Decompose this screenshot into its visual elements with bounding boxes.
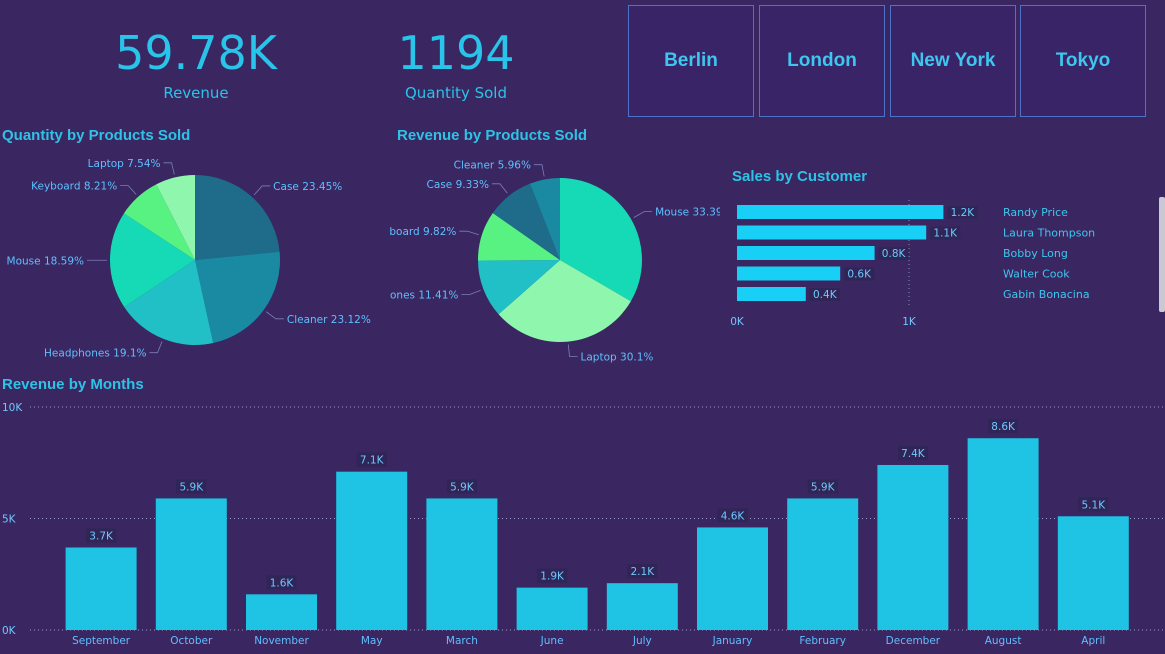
months-chart-title: Revenue by Months xyxy=(2,376,144,393)
quantity-pie-label-headphones: Headphones 19.1% xyxy=(44,348,147,360)
month-data-label: 1.6K xyxy=(270,577,295,589)
month-category-label: May xyxy=(361,635,383,647)
months-axis-tick: 0K xyxy=(2,625,17,637)
quantity-pie-title: Quantity by Products Sold xyxy=(2,127,191,144)
month-category-label: August xyxy=(985,635,1022,647)
quantity-pie-leader-laptop xyxy=(163,162,175,175)
month-category-label: February xyxy=(799,635,846,647)
month-category-label: June xyxy=(540,635,564,647)
months-axis-tick: 5K xyxy=(2,514,17,526)
slicer-london[interactable]: London xyxy=(759,5,885,117)
month-bar-may[interactable] xyxy=(336,471,408,630)
month-bar-january[interactable] xyxy=(697,527,768,630)
month-data-label: 5.9K xyxy=(450,481,475,493)
month-category-label: October xyxy=(170,635,213,647)
quantity-pie-label-cleaner: Cleaner 23.12% xyxy=(287,314,371,326)
customer-name-bobby-long: Bobby Long xyxy=(1003,247,1068,260)
month-data-label: 5.9K xyxy=(180,481,205,493)
month-category-label: December xyxy=(886,635,941,647)
customer-bar-laura-thompson[interactable] xyxy=(737,225,927,240)
month-category-label: January xyxy=(712,635,753,647)
quantity-label: Quantity Sold xyxy=(405,84,507,102)
customer-axis-tick: 0K xyxy=(730,316,745,328)
customer-chart-title: Sales by Customer xyxy=(732,168,868,185)
month-data-label: 4.6K xyxy=(721,510,746,522)
customer-bar-randy-price[interactable] xyxy=(737,205,944,219)
customer-axis-tick: 1K xyxy=(902,316,917,328)
month-category-label: April xyxy=(1081,635,1105,647)
customer-data-label: 0.4K xyxy=(813,289,838,301)
month-bar-june[interactable] xyxy=(516,587,588,630)
revenue-card: 59.78K Revenue xyxy=(96,30,296,102)
customer-data-label: 0.6K xyxy=(847,269,872,281)
month-bar-march[interactable] xyxy=(426,498,498,630)
customer-data-label: 0.8K xyxy=(882,248,907,260)
revenue-label: Revenue xyxy=(163,84,229,102)
quantity-pie-chart[interactable]: Case 23.45% Cleaner 23.12% Headphones 19.1… xyxy=(0,148,390,368)
customer-bar-gabin-bonacina[interactable] xyxy=(737,287,806,301)
slicer-tokyo[interactable]: Tokyo xyxy=(1020,5,1146,117)
revenue-pie-leader-headphones xyxy=(461,289,481,296)
quantity-pie-leader-headphones xyxy=(149,341,163,354)
month-bar-august[interactable] xyxy=(967,438,1039,630)
quantity-pie-leader-cleaner xyxy=(265,311,284,320)
customer-name-gabin-bonacina: Gabin Bonacina xyxy=(1003,288,1090,301)
revenue-pie-label-cleaner: Cleaner 5.96% xyxy=(454,160,531,172)
month-bar-february[interactable] xyxy=(787,498,859,630)
month-bar-october[interactable] xyxy=(155,498,227,630)
quantity-pie-label-mouse: Mouse 18.59% xyxy=(7,255,84,267)
quantity-value: 1194 xyxy=(397,26,515,80)
revenue-pie-label-case: Case 9.33% xyxy=(427,179,489,191)
month-data-label: 7.4K xyxy=(901,448,926,460)
customer-name-laura-thompson: Laura Thompson xyxy=(1003,227,1095,240)
month-category-label: November xyxy=(254,635,309,647)
revenue-pie-leader-case xyxy=(491,183,508,194)
month-bar-december[interactable] xyxy=(877,464,949,630)
month-category-label: July xyxy=(632,635,652,647)
month-data-label: 5.1K xyxy=(1082,499,1107,511)
month-data-label: 7.1K xyxy=(360,455,385,467)
revenue-pie-title: Revenue by Products Sold xyxy=(397,127,588,144)
quantity-pie-leader-case xyxy=(253,185,271,196)
slicer-berlin[interactable]: Berlin xyxy=(628,5,754,117)
months-axis-tick: 10K xyxy=(2,402,23,414)
month-bar-november[interactable] xyxy=(246,594,317,630)
slicer-new-york[interactable]: New York xyxy=(890,5,1016,117)
quantity-pie-label-laptop: Laptop 7.54% xyxy=(88,158,161,170)
month-data-label: 8.6K xyxy=(991,421,1016,433)
month-category-label: March xyxy=(446,635,478,647)
revenue-pie-leader-mouse xyxy=(633,211,653,218)
month-bar-april[interactable] xyxy=(1057,516,1129,630)
quantity-pie-label-keyboard: Keyboard 8.21% xyxy=(31,181,117,193)
customer-name-walter-cook: Walter Cook xyxy=(1003,268,1070,281)
quantity-pie-slice-case[interactable] xyxy=(195,175,280,260)
months-column-chart[interactable]: 0K 5K 10K 3.7K September 5.9K October 1.6K Novem… xyxy=(0,396,1165,654)
quantity-card: 1194 Quantity Sold xyxy=(356,30,556,102)
quantity-pie-label-case: Case 23.45% xyxy=(273,181,342,193)
revenue-value: 59.78K xyxy=(115,26,277,80)
revenue-pie-label-keyboard: Keyboard 9.82% xyxy=(390,226,456,238)
month-bar-july[interactable] xyxy=(606,583,678,630)
revenue-pie-leader-keyboard xyxy=(459,230,479,236)
revenue-pie-leader-laptop xyxy=(567,344,578,357)
customer-name-randy-price: Randy Price xyxy=(1003,206,1068,219)
customer-data-label: 1.2K xyxy=(951,207,976,219)
revenue-pie-label-laptop: Laptop 30.1% xyxy=(581,352,654,364)
customer-bar-walter-cook[interactable] xyxy=(737,266,841,281)
customer-bar-chart[interactable]: 1.2K Randy Price 1.1K Laura Thompson 0.8K Bob… xyxy=(725,195,1145,335)
month-data-label: 5.9K xyxy=(811,481,836,493)
scrollbar[interactable] xyxy=(1159,197,1165,312)
revenue-pie-label-mouse: Mouse 33.39% xyxy=(655,207,720,219)
revenue-pie-chart[interactable]: Mouse 33.39% Laptop 30.1% Headphones 11.41… xyxy=(390,148,720,368)
revenue-pie-label-headphones: Headphones 11.41% xyxy=(390,290,458,302)
month-data-label: 3.7K xyxy=(89,530,114,542)
customer-data-label: 1.1K xyxy=(933,228,958,240)
month-category-label: September xyxy=(72,635,131,647)
month-data-label: 1.9K xyxy=(540,571,565,583)
customer-bar-bobby-long[interactable] xyxy=(737,246,875,260)
month-bar-september[interactable] xyxy=(65,547,137,630)
quantity-pie-leader-keyboard xyxy=(120,185,137,195)
month-data-label: 2.1K xyxy=(631,566,656,578)
revenue-pie-leader-cleaner xyxy=(533,164,545,177)
